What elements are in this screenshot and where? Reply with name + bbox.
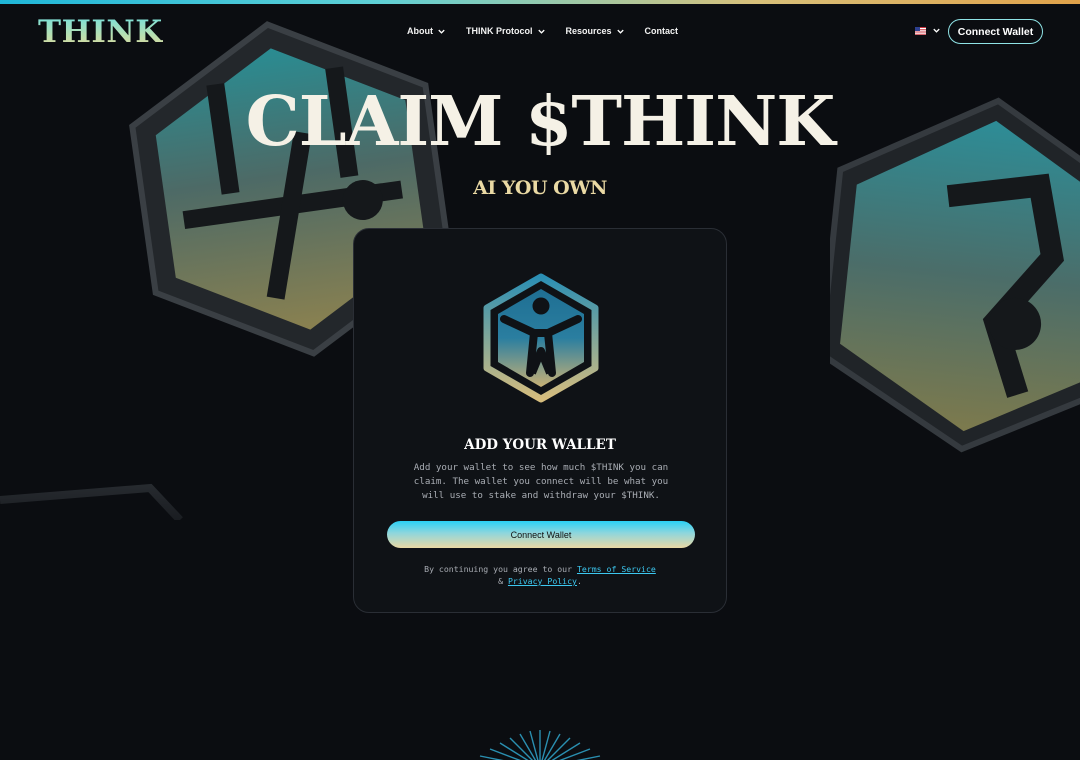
add-wallet-card: ADD YOUR WALLET Add your wallet to see h… bbox=[353, 228, 727, 613]
nav-item-label: About bbox=[407, 26, 433, 36]
legal-join: & bbox=[498, 576, 504, 586]
hero-subtitle: AI YOU OWN bbox=[473, 177, 607, 199]
nav-item-resources[interactable]: Resources bbox=[566, 26, 625, 36]
nav-item-contact[interactable]: Contact bbox=[645, 26, 679, 36]
language-selector[interactable] bbox=[915, 26, 941, 35]
us-flag-icon bbox=[915, 26, 926, 35]
site-header: THINK About THINK Protocol Resources Con… bbox=[0, 4, 1080, 60]
hero-title: CLAIM $THINK bbox=[245, 82, 836, 162]
legal-suffix: . bbox=[576, 576, 582, 586]
card-description: Add your wallet to see how much $THINK y… bbox=[413, 462, 669, 501]
main-nav: About THINK Protocol Resources Contact bbox=[407, 26, 678, 36]
chevron-down-icon bbox=[537, 29, 545, 34]
chevron-down-icon bbox=[933, 28, 940, 33]
nav-item-label: THINK Protocol bbox=[466, 26, 533, 36]
header-connect-wallet-button[interactable]: Connect Wallet bbox=[948, 19, 1043, 44]
terms-of-service-link[interactable]: Terms of Service bbox=[577, 564, 656, 574]
nav-item-label: Contact bbox=[644, 26, 679, 36]
nav-item-about[interactable]: About bbox=[407, 26, 446, 36]
nav-item-think-protocol[interactable]: THINK Protocol bbox=[466, 26, 546, 36]
legal-notice: By continuing you agree to our Terms of … bbox=[354, 563, 726, 587]
privacy-policy-link[interactable]: Privacy Policy bbox=[508, 576, 577, 586]
chevron-down-icon bbox=[616, 29, 624, 34]
nav-item-label: Resources bbox=[565, 26, 612, 36]
sunburst-decoration bbox=[479, 730, 601, 760]
legal-prefix: By continuing you agree to our bbox=[424, 564, 573, 574]
chevron-down-icon bbox=[438, 29, 445, 34]
think-hexagon-person-icon bbox=[483, 273, 599, 403]
think-logo[interactable]: THINK bbox=[38, 14, 163, 50]
card-title: ADD YOUR WALLET bbox=[464, 437, 616, 453]
card-connect-wallet-button[interactable]: Connect Wallet bbox=[387, 521, 695, 548]
